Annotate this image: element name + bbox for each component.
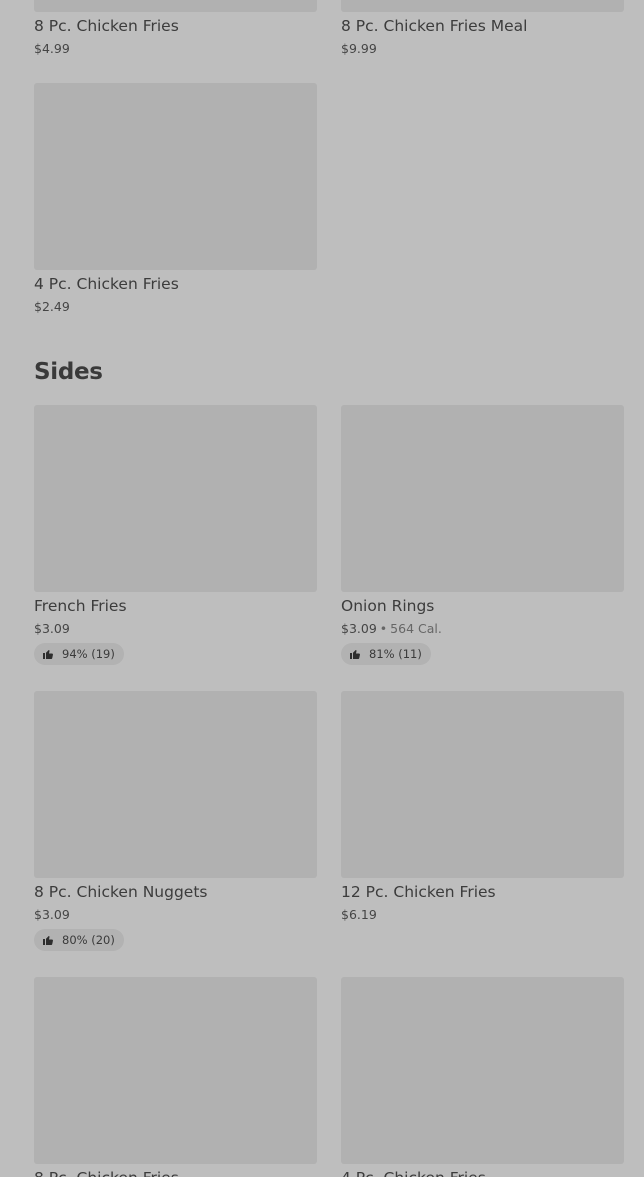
menu-item-image[interactable] — [341, 405, 624, 592]
menu-item-price: $3.09 — [34, 621, 70, 636]
menu-item-price: $3.09 — [341, 621, 377, 636]
menu-item-card[interactable]: Onion Rings $3.09 • 564 Cal. 81% (11) — [341, 405, 624, 667]
menu-item-image[interactable] — [341, 691, 624, 878]
menu-item-card[interactable]: 4 Pc. Chicken Fries $2.49 — [34, 83, 317, 323]
rating-badge: 94% (19) — [34, 643, 124, 665]
menu-item-image[interactable] — [34, 0, 317, 12]
rating-badge: 81% (11) — [341, 643, 431, 665]
menu-item-image[interactable] — [341, 0, 624, 12]
section-title-sides: Sides — [34, 359, 103, 385]
menu-item-price-calories: $3.09 • 564 Cal. — [341, 621, 442, 637]
menu-item-name: 8 Pc. Chicken Fries — [34, 17, 179, 35]
menu-item-name: 12 Pc. Chicken Fries — [341, 883, 496, 901]
rating-badge: 80% (20) — [34, 929, 124, 951]
menu-item-name: 4 Pc. Chicken Fries — [341, 1168, 486, 1177]
menu-item-name: 8 Pc. Chicken Nuggets — [34, 883, 208, 901]
menu-item-price: $9.99 — [341, 41, 377, 56]
menu-item-price: $2.49 — [34, 299, 70, 314]
meta-separator: • — [379, 621, 388, 636]
menu-item-card[interactable]: 8 Pc. Chicken Fries — [34, 977, 317, 1177]
menu-item-name: 8 Pc. Chicken Fries Meal — [341, 17, 528, 35]
menu-item-image[interactable] — [34, 405, 317, 592]
menu-item-card[interactable]: 8 Pc. Chicken Nuggets $3.09 80% (20) — [34, 691, 317, 953]
thumbs-up-icon — [350, 650, 360, 659]
menu-item-name: French Fries — [34, 597, 127, 615]
menu-item-card[interactable]: 8 Pc. Chicken Fries $4.99 — [34, 0, 317, 65]
menu-item-card[interactable]: 12 Pc. Chicken Fries $6.19 — [341, 691, 624, 931]
menu-item-calories: 564 Cal. — [390, 621, 442, 636]
thumbs-up-icon — [43, 936, 53, 945]
menu-item-name: Onion Rings — [341, 597, 435, 615]
thumbs-up-icon — [43, 650, 53, 659]
menu-item-price: $3.09 — [34, 907, 70, 922]
menu-item-image[interactable] — [34, 977, 317, 1164]
menu-item-card[interactable]: French Fries $3.09 94% (19) — [34, 405, 317, 667]
menu-item-image[interactable] — [34, 691, 317, 878]
rating-text: 81% (11) — [369, 647, 422, 661]
menu-item-card[interactable]: 4 Pc. Chicken Fries — [341, 977, 624, 1177]
menu-item-price: $4.99 — [34, 41, 70, 56]
rating-text: 94% (19) — [62, 647, 115, 661]
menu-item-image[interactable] — [34, 83, 317, 270]
menu-item-image[interactable] — [341, 977, 624, 1164]
menu-item-card[interactable]: 8 Pc. Chicken Fries Meal $9.99 — [341, 0, 624, 65]
rating-text: 80% (20) — [62, 933, 115, 947]
menu-item-price: $6.19 — [341, 907, 377, 922]
menu-item-name: 8 Pc. Chicken Fries — [34, 1168, 179, 1177]
menu-item-name: 4 Pc. Chicken Fries — [34, 275, 179, 293]
